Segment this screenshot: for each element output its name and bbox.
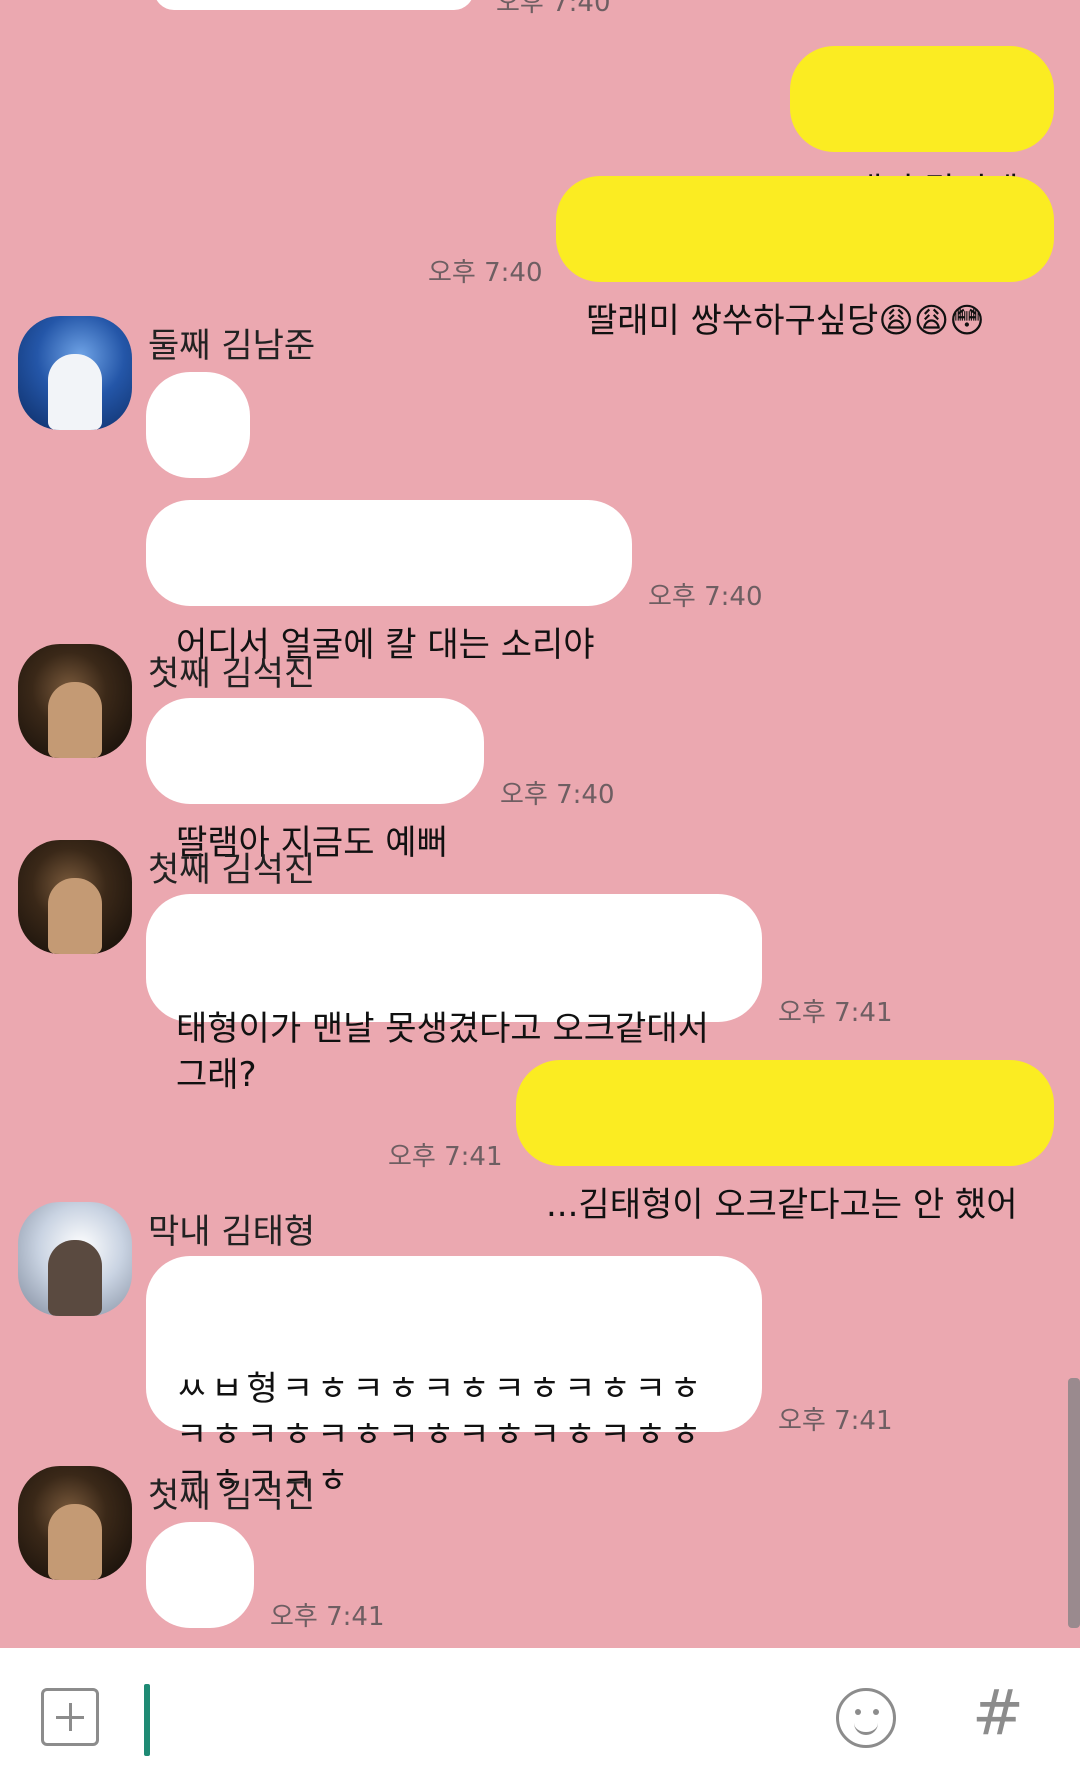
chat-area: 오후 7:40 그래서 말인데 딸래미 쌍쑤하구싶당😩😩😳 오후 7:40 둘째…	[0, 0, 1080, 1648]
incoming-message[interactable]: ㅆㅂ형ㅋㅎㅋㅎㅋㅎㅋㅎㅋㅎㅋㅎ ㅋㅎㅋㅎㅋㅎㅋㅎㅋㅎㅋㅎㅋㅎㅎ ㅋㅎㅋㅋㅎ	[146, 1256, 762, 1501]
incoming-message[interactable]: 딸램아 지금도 예뻐	[146, 698, 484, 863]
hashtag-icon[interactable]: #	[972, 1676, 1024, 1749]
avatar[interactable]	[18, 644, 132, 758]
sender-name: 첫째 김석진	[148, 654, 316, 694]
avatar-figure	[48, 682, 102, 758]
sender-name: 첫째 김석진	[148, 850, 316, 890]
cut-off-bubble	[154, 0, 474, 10]
message-text: 딸래미 쌍쑤하구싶당😩😩😳	[586, 301, 985, 341]
message-time: 오후 7:40	[496, 0, 611, 18]
smiley-eye	[855, 1709, 861, 1715]
incoming-message[interactable]: 😅	[146, 1522, 254, 1648]
outgoing-message[interactable]: ...김태형이 오크같다고는 안 했어	[516, 1060, 1054, 1225]
input-bar: #	[0, 1648, 1080, 1791]
message-time: 오후 7:41	[778, 1406, 893, 1436]
message-time: 오후 7:40	[428, 258, 543, 288]
avatar-figure	[48, 1240, 102, 1316]
smiley-mouth	[854, 1718, 878, 1735]
smiley-eye	[873, 1709, 879, 1715]
message-text: ...김태형이 오크같다고는 안 했어	[546, 1185, 1018, 1225]
outgoing-message[interactable]: 그래서 말인데	[790, 46, 1054, 211]
message-time: 오후 7:40	[648, 582, 763, 612]
sender-name: 둘째 김남준	[148, 326, 316, 366]
scrollbar[interactable]	[1068, 1378, 1080, 1628]
text-input-cursor[interactable]	[144, 1684, 150, 1756]
avatar[interactable]	[18, 1466, 132, 1580]
outgoing-message[interactable]: 딸래미 쌍쑤하구싶당😩😩😳	[556, 176, 1054, 341]
avatar[interactable]	[18, 840, 132, 954]
message-time: 오후 7:41	[388, 1142, 503, 1172]
avatar-figure	[48, 878, 102, 954]
message-time: 오후 7:41	[270, 1602, 385, 1632]
smiley-icon[interactable]	[836, 1688, 896, 1748]
avatar[interactable]	[18, 316, 132, 430]
avatar-figure	[48, 354, 102, 430]
incoming-message[interactable]: 어디서 얼굴에 칼 대는 소리야	[146, 500, 632, 665]
message-time: 오후 7:40	[500, 780, 615, 810]
sender-name: 막내 김태형	[148, 1212, 316, 1252]
incoming-message[interactable]: 태형이가 맨날 못생겼다고 오크같대서 그래?	[146, 894, 762, 1095]
plus-square-icon[interactable]	[41, 1688, 99, 1746]
avatar-figure	[48, 1504, 102, 1580]
incoming-message[interactable]: ?	[146, 372, 250, 537]
sender-name: 첫째 김석진	[148, 1476, 316, 1516]
message-time: 오후 7:41	[778, 998, 893, 1028]
avatar[interactable]	[18, 1202, 132, 1316]
message-input[interactable]	[160, 1688, 804, 1752]
